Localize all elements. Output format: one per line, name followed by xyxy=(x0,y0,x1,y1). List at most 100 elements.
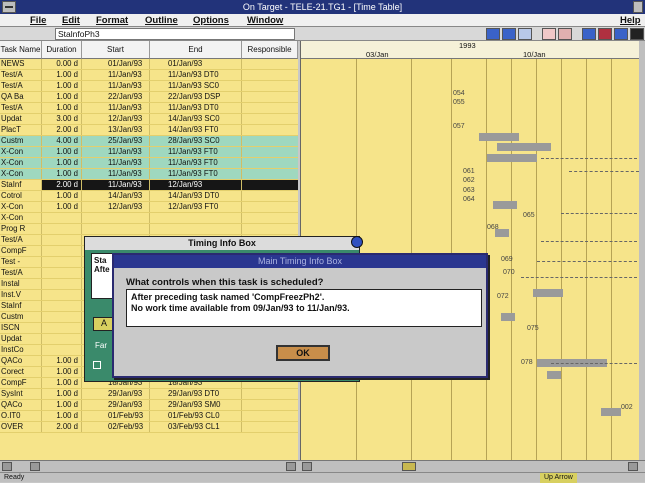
gantt-bar[interactable] xyxy=(487,154,537,162)
table-cell[interactable]: 1.00 d xyxy=(42,367,82,377)
table-cell[interactable]: 13/Jan/93 xyxy=(82,125,150,135)
table-cell[interactable]: 11/Jan/93 xyxy=(82,147,150,157)
table-cell[interactable]: Test/A xyxy=(0,81,42,91)
table-cell[interactable]: Prog R xyxy=(0,224,42,234)
table-cell[interactable] xyxy=(42,312,82,322)
color-icon[interactable] xyxy=(598,28,612,40)
table-cell[interactable]: Test - xyxy=(0,257,42,267)
table-cell[interactable]: 11/Jan/93 xyxy=(82,81,150,91)
table-row[interactable]: Updat 3.00 d 12/Jan/93 14/Jan/93 SC0 xyxy=(0,114,298,125)
col-header-responsible[interactable]: Responsible xyxy=(242,41,298,59)
ok-button[interactable]: OK xyxy=(276,345,330,361)
table-cell[interactable]: 01/Jan/93 xyxy=(82,59,150,69)
table-cell[interactable] xyxy=(150,224,242,234)
move-icon[interactable] xyxy=(502,28,516,40)
table-row[interactable]: X-Con 1.00 d 12/Jan/93 12/Jan/93 FT0 xyxy=(0,202,298,213)
table-cell[interactable]: Cotrol xyxy=(0,191,42,201)
table-cell[interactable] xyxy=(42,301,82,311)
table-cell[interactable]: 1.00 d xyxy=(42,202,82,212)
print-icon[interactable] xyxy=(630,28,644,40)
table-cell[interactable]: 29/Jan/93 xyxy=(82,389,150,399)
table-row[interactable]: Test/A 1.00 d 11/Jan/93 11/Jan/93 DT0 xyxy=(0,70,298,81)
scroll-left-icon[interactable] xyxy=(302,462,312,471)
table-cell[interactable]: 1.00 d xyxy=(42,70,82,80)
gantt-bar[interactable] xyxy=(533,289,563,297)
table-cell[interactable]: 11/Jan/93 xyxy=(82,169,150,179)
gantt-bar[interactable] xyxy=(495,229,509,237)
table-cell[interactable]: 11/Jan/93 FT0 xyxy=(150,158,242,168)
table-cell[interactable]: Inst.V xyxy=(0,290,42,300)
table-cell[interactable]: 2.00 d xyxy=(42,180,82,190)
table-cell[interactable]: SysInt xyxy=(0,389,42,399)
menu-edit[interactable]: Edit xyxy=(62,14,80,27)
table-cell[interactable]: 28/Jan/93 SC0 xyxy=(150,136,242,146)
table-cell[interactable] xyxy=(42,279,82,289)
table-row[interactable]: X-Con xyxy=(0,213,298,224)
menu-outline[interactable]: Outline xyxy=(145,14,178,27)
table-cell[interactable]: OVER xyxy=(0,422,42,432)
table-cell[interactable]: X-Con xyxy=(0,147,42,157)
table-cell[interactable]: 1.00 d xyxy=(42,191,82,201)
table-row[interactable]: QA Ba 1.00 d 22/Jan/93 22/Jan/93 DSP xyxy=(0,92,298,103)
table-cell[interactable]: Custm xyxy=(0,136,42,146)
table-cell[interactable]: QACo xyxy=(0,356,42,366)
table-cell[interactable]: 11/Jan/93 FT0 xyxy=(150,147,242,157)
table-cell[interactable]: 2.00 d xyxy=(42,125,82,135)
table-row[interactable]: Test/A 1.00 d 11/Jan/93 11/Jan/93 SC0 xyxy=(0,81,298,92)
menu-file[interactable]: File xyxy=(30,14,46,27)
vertical-scrollbar[interactable] xyxy=(639,41,645,460)
col-header-end[interactable]: End xyxy=(150,41,242,59)
table-cell[interactable] xyxy=(42,268,82,278)
gantt-bar[interactable] xyxy=(493,201,517,209)
table-row[interactable]: X-Con 1.00 d 11/Jan/93 11/Jan/93 FT0 xyxy=(0,169,298,180)
table-cell[interactable] xyxy=(82,224,150,234)
layout-icon[interactable] xyxy=(582,28,596,40)
help-icon[interactable] xyxy=(351,236,363,248)
info-icon[interactable] xyxy=(614,28,628,40)
table-row[interactable]: StaInf 2.00 d 11/Jan/93 12/Jan/93 xyxy=(0,180,298,191)
table-cell[interactable]: Test/A xyxy=(0,235,42,245)
zoom-icon[interactable] xyxy=(542,28,556,40)
table-cell[interactable]: 29/Jan/93 SM0 xyxy=(150,400,242,410)
table-cell[interactable]: CompF xyxy=(0,246,42,256)
table-cell[interactable] xyxy=(42,334,82,344)
gantt-bar[interactable] xyxy=(547,371,561,379)
table-cell[interactable]: 1.00 d xyxy=(42,92,82,102)
table-cell[interactable]: 11/Jan/93 DT0 xyxy=(150,70,242,80)
table-cell[interactable]: 29/Jan/93 DT0 xyxy=(150,389,242,399)
table-cell[interactable]: X-Con xyxy=(0,169,42,179)
nav-icon[interactable] xyxy=(486,28,500,40)
table-cell[interactable]: 12/Jan/93 xyxy=(82,202,150,212)
scroll-left-icon[interactable] xyxy=(2,462,12,471)
scroll-thumb[interactable] xyxy=(30,462,40,471)
scroll-right-icon[interactable] xyxy=(286,462,296,471)
table-cell[interactable]: Custm xyxy=(0,312,42,322)
table-row[interactable]: Prog R xyxy=(0,224,298,235)
table-cell[interactable]: 03/Feb/93 CL1 xyxy=(150,422,242,432)
gantt-bar[interactable] xyxy=(501,313,515,321)
table-cell[interactable]: 11/Jan/93 SC0 xyxy=(150,81,242,91)
table-row[interactable]: X-Con 1.00 d 11/Jan/93 11/Jan/93 FT0 xyxy=(0,158,298,169)
table-row[interactable]: Cotrol 1.00 d 14/Jan/93 14/Jan/93 DT0 xyxy=(0,191,298,202)
table-cell[interactable] xyxy=(82,213,150,223)
table-cell[interactable]: 11/Jan/93 xyxy=(82,180,150,190)
gantt-bar[interactable] xyxy=(601,408,621,416)
table-row[interactable]: Test/A 1.00 d 11/Jan/93 11/Jan/93 DT0 xyxy=(0,103,298,114)
table-cell[interactable]: 02/Feb/93 xyxy=(82,422,150,432)
table-row[interactable]: NEWS 0.00 d 01/Jan/93 01/Jan/93 xyxy=(0,59,298,70)
table-cell[interactable]: 11/Jan/93 xyxy=(82,70,150,80)
table-row[interactable]: OVER 2.00 d 02/Feb/93 03/Feb/93 CL1 xyxy=(0,422,298,433)
table-cell[interactable]: 2.00 d xyxy=(42,422,82,432)
table-cell[interactable]: 22/Jan/93 DSP xyxy=(150,92,242,102)
table-cell[interactable]: InstCo xyxy=(0,345,42,355)
table-cell[interactable]: 11/Jan/93 DT0 xyxy=(150,103,242,113)
gantt-bar[interactable] xyxy=(497,143,551,151)
table-cell[interactable]: 0.00 d xyxy=(42,59,82,69)
table-cell[interactable]: Updat xyxy=(0,334,42,344)
table-cell[interactable]: 1.00 d xyxy=(42,356,82,366)
table-cell[interactable]: Updat xyxy=(0,114,42,124)
table-cell[interactable]: QA Ba xyxy=(0,92,42,102)
cell-edit-field[interactable]: StalnfoPh3 xyxy=(55,28,295,40)
table-cell[interactable]: 1.00 d xyxy=(42,389,82,399)
table-cell[interactable]: X-Con xyxy=(0,213,42,223)
